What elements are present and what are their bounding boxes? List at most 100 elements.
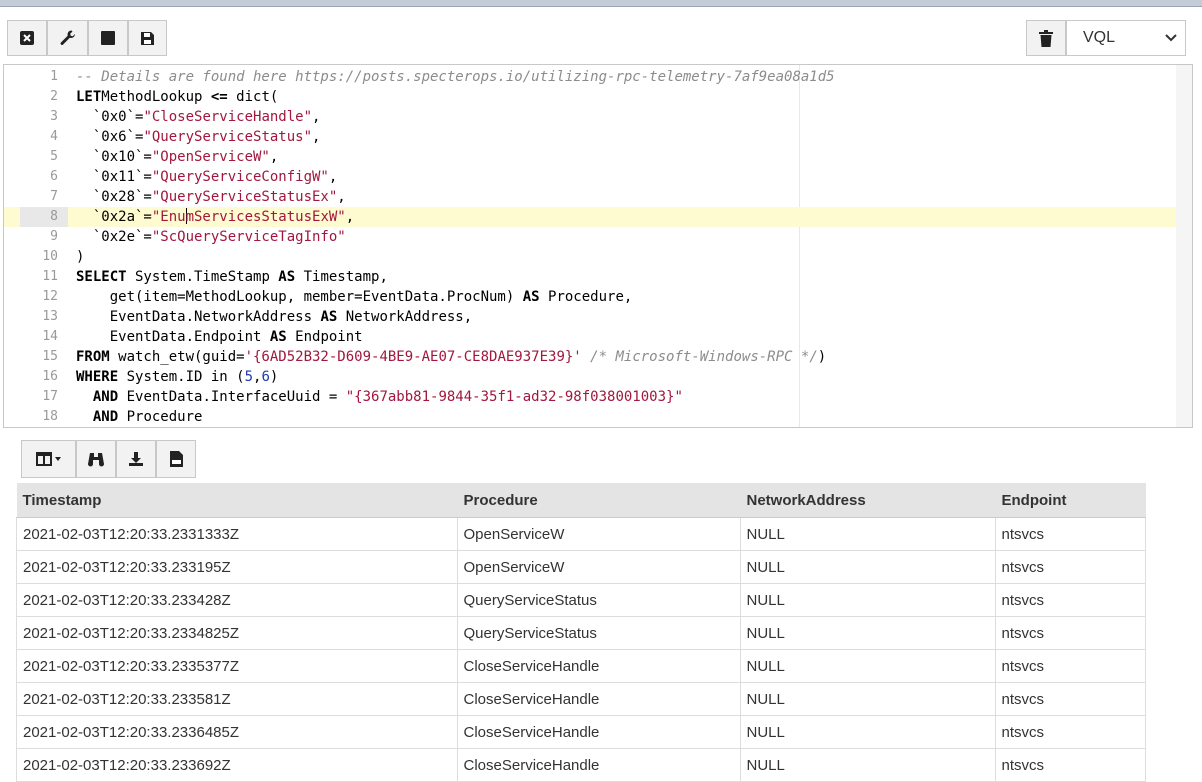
- code-line[interactable]: 6 `0x11`="QueryServiceConfigW",: [4, 167, 1176, 187]
- table-row[interactable]: 2021-02-03T12:20:33.2331333Z OpenServiceW…: [16, 517, 1146, 551]
- table-header-row: Timestamp Procedure NetworkAddress Endpo…: [16, 483, 1146, 518]
- code-line[interactable]: 4 `0x6`="QueryServiceStatus",: [4, 127, 1176, 147]
- code-text: FROM watch_etw(guid='{6AD52B32-D609-4BE9…: [76, 347, 826, 367]
- code-token: 5: [244, 369, 254, 385]
- line-number: 5: [50, 149, 58, 164]
- code-token: WHERE: [76, 369, 119, 385]
- code-token: AS: [522, 289, 540, 305]
- code-text: AND Procedure: [76, 407, 203, 427]
- table-row[interactable]: 2021-02-03T12:20:33.233581Z CloseServiceH…: [16, 682, 1146, 716]
- language-select[interactable]: VQL: [1066, 20, 1186, 56]
- binoculars-icon: [88, 453, 104, 467]
- code-text: -- Details are found here https://posts.…: [76, 67, 835, 87]
- line-number: 14: [42, 329, 58, 344]
- wrench-icon: [60, 30, 75, 45]
- code-token: LET: [76, 89, 102, 105]
- table-row[interactable]: 2021-02-03T12:20:33.233428Z QueryServiceS…: [16, 583, 1146, 617]
- column-header-endpoint[interactable]: Endpoint: [995, 483, 1146, 518]
- column-header-timestamp[interactable]: Timestamp: [16, 483, 458, 518]
- code-line[interactable]: 12 get(item=MethodLookup, member=EventDa…: [4, 287, 1176, 307]
- code-token: ,: [269, 149, 279, 165]
- line-number: 6: [50, 169, 58, 184]
- cell-endpoint: ntsvcs: [995, 550, 1146, 584]
- line-number: 3: [50, 109, 58, 124]
- code-text: EventData.NetworkAddress AS NetworkAddre…: [76, 307, 472, 327]
- column-header-networkaddress[interactable]: NetworkAddress: [740, 483, 996, 518]
- code-text: get(item=MethodLookup, member=EventData.…: [76, 287, 633, 307]
- code-line[interactable]: 10): [4, 247, 1176, 267]
- stop-button[interactable]: [88, 20, 128, 56]
- code-token: "Enu: [151, 209, 186, 225]
- code-line[interactable]: 3 `0x0`="CloseServiceHandle",: [4, 107, 1176, 127]
- code-line[interactable]: 5 `0x10`="OpenServiceW",: [4, 147, 1176, 167]
- line-number: 2: [50, 89, 58, 104]
- cell-timestamp: 2021-02-03T12:20:33.2334825Z: [16, 616, 458, 650]
- cell-procedure: OpenServiceW: [457, 550, 741, 584]
- code-line[interactable]: 8 `0x2a`="EnumServicesStatusExW",: [4, 207, 1176, 227]
- code-line[interactable]: 7 `0x28`="QueryServiceStatusEx",: [4, 187, 1176, 207]
- line-number: 17: [42, 389, 58, 404]
- download-button[interactable]: [116, 440, 156, 478]
- editor-scrollbar[interactable]: [1176, 65, 1192, 427]
- close-button[interactable]: [7, 20, 47, 56]
- cell-networkaddress: NULL: [740, 583, 996, 617]
- code-line[interactable]: 14 EventData.Endpoint AS Endpoint: [4, 327, 1176, 347]
- code-text: `0x2e`="ScQueryServiceTagInfo": [76, 227, 346, 247]
- column-header-procedure[interactable]: Procedure: [457, 483, 741, 518]
- delete-button[interactable]: [1026, 20, 1066, 56]
- code-line[interactable]: 9 `0x2e`="ScQueryServiceTagInfo": [4, 227, 1176, 247]
- find-button[interactable]: [76, 440, 116, 478]
- code-token: SELECT: [76, 269, 127, 285]
- code-text: SELECT System.TimeStamp AS Timestamp,: [76, 267, 388, 287]
- line-number: 8: [20, 207, 68, 227]
- table-row[interactable]: 2021-02-03T12:20:33.233692Z CloseServiceH…: [16, 748, 1146, 782]
- code-line[interactable]: 11 SELECT System.TimeStamp AS Timestamp,: [4, 267, 1176, 287]
- line-number: 1: [50, 69, 58, 84]
- settings-button[interactable]: [47, 20, 88, 56]
- table-row[interactable]: 2021-02-03T12:20:33.2334825Z QueryService…: [16, 616, 1146, 650]
- code-token: `0x6`=: [76, 129, 144, 145]
- code-line[interactable]: 15 FROM watch_etw(guid='{6AD52B32-D609-4B…: [4, 347, 1176, 367]
- code-line[interactable]: 17 AND EventData.InterfaceUuid = "{367ab…: [4, 387, 1176, 407]
- cell-procedure: CloseServiceHandle: [457, 715, 741, 749]
- cell-timestamp: 2021-02-03T12:20:33.233195Z: [16, 550, 458, 584]
- code-text: `0x11`="QueryServiceConfigW",: [76, 167, 337, 187]
- code-token: System.ID in (: [118, 369, 245, 385]
- code-line[interactable]: 16 WHERE System.ID in (5,6): [4, 367, 1176, 387]
- table-row[interactable]: 2021-02-03T12:20:33.233195Z OpenServiceW N…: [16, 550, 1146, 584]
- floppy-save-icon: [141, 31, 154, 45]
- line-number: 4: [50, 129, 58, 144]
- code-line[interactable]: 1 -- Details are found here https://posts…: [4, 67, 1176, 87]
- code-token: '{6AD52B32-D609-4BE9-AE07-CE8DAE937E39}': [244, 349, 582, 365]
- columns-toggle-button[interactable]: [21, 440, 76, 478]
- code-text: AND EventData.InterfaceUuid = "{367abb81…: [76, 387, 683, 407]
- code-token: FROM: [76, 349, 110, 365]
- code-line[interactable]: 13 EventData.NetworkAddress AS NetworkAd…: [4, 307, 1176, 327]
- code-token: watch_etw(guid=: [109, 349, 245, 365]
- cell-networkaddress: NULL: [740, 649, 996, 683]
- code-editor[interactable]: 1 -- Details are found here https://posts…: [3, 64, 1193, 428]
- editor-toolbar: VQL: [0, 8, 1202, 64]
- save-button[interactable]: [128, 20, 167, 56]
- export-csv-button[interactable]: [156, 440, 196, 478]
- table-row[interactable]: 2021-02-03T12:20:33.2335377Z CloseService…: [16, 649, 1146, 683]
- code-token: ,: [312, 109, 321, 125]
- code-text: ): [76, 247, 84, 267]
- line-number: 12: [42, 289, 58, 304]
- cell-procedure: CloseServiceHandle: [457, 682, 741, 716]
- code-line[interactable]: 2 LETMethodLookup <= dict(: [4, 87, 1176, 107]
- code-token: MethodLookup: [101, 89, 211, 105]
- code-token: AS: [269, 329, 287, 345]
- download-icon: [129, 452, 143, 466]
- code-token: "QueryServiceStatus": [143, 129, 313, 145]
- code-token: NetworkAddress,: [337, 309, 473, 325]
- line-number: 16: [42, 369, 58, 384]
- code-token: AS: [278, 269, 296, 285]
- cell-endpoint: ntsvcs: [995, 616, 1146, 650]
- code-token: System.TimeStamp: [126, 269, 279, 285]
- code-token: EventData.InterfaceUuid =: [118, 389, 346, 405]
- table-row[interactable]: 2021-02-03T12:20:33.2336485Z CloseService…: [16, 715, 1146, 749]
- cell-timestamp: 2021-02-03T12:20:33.233692Z: [16, 748, 458, 782]
- code-text: `0x10`="OpenServiceW",: [76, 147, 278, 167]
- code-line[interactable]: 18 AND Procedure: [4, 407, 1176, 427]
